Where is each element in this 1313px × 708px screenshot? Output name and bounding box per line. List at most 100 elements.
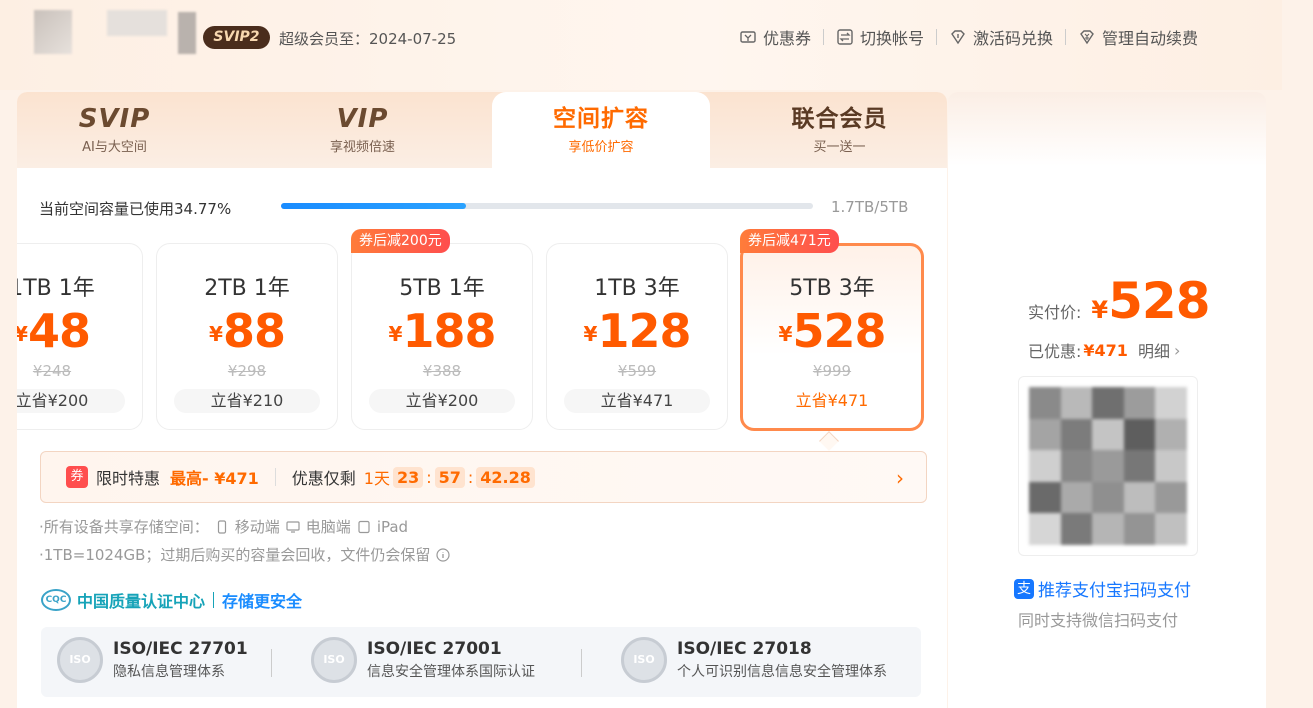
iso-27018: ISO ISO/IEC 27018 个人可识别信息信息安全管理体系 xyxy=(621,637,887,683)
qr-cell xyxy=(1029,481,1061,514)
tab-bar: SVIP AI与大空间 VIP 享视频倍速 空间扩容 享低价扩容 联合会员 买一… xyxy=(17,92,947,168)
capacity-note: ·1TB=1024GB；过期后购买的容量会回收，文件仍会保留 xyxy=(39,544,451,565)
actual-price-amount: 528 xyxy=(1108,272,1210,330)
plan-price: ¥128 xyxy=(583,304,692,358)
gem-icon xyxy=(951,30,965,45)
cqc-slogan: 存储更安全 xyxy=(222,592,303,611)
tab-svip-title: SVIP xyxy=(78,104,151,134)
actual-price: 实付价: ¥ 528 xyxy=(1028,272,1210,330)
offer-title: 限时特惠 xyxy=(96,469,161,488)
tab-storage-title: 空间扩容 xyxy=(553,106,649,132)
iso-seal-icon: ISO xyxy=(57,637,103,683)
purchase-panel: SVIP AI与大空间 VIP 享视频倍速 空间扩容 享低价扩容 联合会员 买一… xyxy=(17,92,947,708)
actual-price-label: 实付价: xyxy=(1028,303,1082,322)
storage-usage-fill xyxy=(281,203,466,209)
iso-seal-icon: ISO xyxy=(311,637,357,683)
auto-renew-label: 管理自动续费 xyxy=(1101,29,1198,48)
plan-savings: 立省¥210 xyxy=(174,389,320,413)
cqc-logo-icon: CQC xyxy=(41,589,71,611)
mobile-icon xyxy=(217,519,226,534)
qr-cell xyxy=(1155,387,1187,419)
discount-label: 已优惠: xyxy=(1028,342,1082,361)
chevron-right-icon[interactable]: › xyxy=(1174,341,1180,360)
limited-offer-banner[interactable]: 券 限时特惠 最高- ¥471 优惠仅剩 1天 23: 57: 42.28 › xyxy=(40,451,927,503)
qr-cell xyxy=(1029,387,1061,419)
plan-savings: 立省¥200 xyxy=(369,389,515,413)
plan-name: 5TB 1年 xyxy=(399,276,485,301)
plan-savings: 立省¥471 xyxy=(564,389,710,413)
info-icon[interactable] xyxy=(436,547,451,562)
iso-title: ISO/IEC 27001 xyxy=(367,639,502,659)
switch-account-label: 切换帐号 xyxy=(859,29,924,48)
tab-joint-title: 联合会员 xyxy=(791,106,888,132)
tab-svip-subtitle: AI与大空间 xyxy=(82,140,147,155)
tab-vip-subtitle: 享视频倍速 xyxy=(329,140,395,155)
capacity-note-text: ·1TB=1024GB；过期后购买的容量会回收，文件仍会保留 xyxy=(39,546,431,564)
coupon-ribbon: 券后减471元 xyxy=(740,229,839,253)
qr-cell xyxy=(1060,481,1093,514)
qr-cell xyxy=(1092,513,1124,545)
plan-original-price: ¥388 xyxy=(422,362,462,380)
countdown-seconds: 42.28 xyxy=(476,466,535,488)
tab-joint-subtitle: 买一送一 xyxy=(813,140,866,155)
username-blurred xyxy=(107,10,167,36)
payment-panel: 实付价: ¥ 528 已优惠: ¥471 明细 › 支 推荐支付宝扫码支付 同时… xyxy=(948,92,1266,708)
plan-name: 1TB 1年 xyxy=(17,276,95,301)
storage-usage-label: 当前空间容量已使用34.77% xyxy=(39,200,232,218)
coupon-tag-icon: 券 xyxy=(66,466,88,488)
qr-cell xyxy=(1123,418,1156,451)
offer-max-discount: 最高- ¥471 xyxy=(170,469,259,488)
plan-card-2tb-1y[interactable]: 2TB 1年 ¥88 ¥298 立省¥210 xyxy=(156,243,338,430)
qr-cell xyxy=(1123,387,1156,419)
plan-card-5tb-3y-selected[interactable]: 5TB 3年 ¥528 ¥999 立省¥471 xyxy=(740,243,924,431)
qr-blurred-grid xyxy=(1029,387,1187,545)
activation-code-link[interactable]: 激活码兑换 xyxy=(949,25,1053,49)
coupon-icon xyxy=(740,31,756,43)
svip-level-badge: SVIP2 xyxy=(203,26,270,49)
tab-svip[interactable]: SVIP AI与大空间 xyxy=(17,92,212,168)
qr-cell xyxy=(1029,450,1061,482)
plan-name: 5TB 3年 xyxy=(789,276,875,301)
qr-cell xyxy=(1123,513,1156,545)
plan-card-1tb-3y[interactable]: 1TB 3年 ¥128 ¥599 立省¥471 xyxy=(546,243,728,430)
device-desktop: 电脑端 xyxy=(305,518,351,536)
switch-account-link[interactable]: 切换帐号 xyxy=(836,25,924,49)
coupon-link[interactable]: 优惠券 xyxy=(739,25,811,49)
plan-price: ¥48 xyxy=(17,304,91,358)
plan-card-5tb-1y[interactable]: 5TB 1年 ¥188 ¥388 立省¥200 xyxy=(351,243,533,430)
avatar[interactable] xyxy=(34,10,72,54)
iso-desc: 信息安全管理体系国际认证 xyxy=(367,664,535,680)
cqc-name: 中国质量认证中心 xyxy=(77,592,206,611)
qr-cell xyxy=(1123,450,1156,482)
device-mobile: 移动端 xyxy=(234,518,280,536)
countdown-hours: 23 xyxy=(392,466,424,488)
tab-joint-membership[interactable]: 联合会员 买一送一 xyxy=(742,92,937,168)
coupon-ribbon: 券后减200元 xyxy=(351,229,450,253)
yen-diamond-icon xyxy=(1080,30,1094,45)
price-detail-link[interactable]: 明细 xyxy=(1138,338,1170,362)
top-links: 优惠券 切换帐号 激活码兑换 管理自动续费 xyxy=(739,25,1198,49)
plan-original-price: ¥248 xyxy=(32,362,72,380)
iso-27001: ISO ISO/IEC 27001 信息安全管理体系国际认证 xyxy=(311,637,535,683)
plan-card-1tb-1y[interactable]: 1TB 1年 ¥48 ¥248 立省¥200 xyxy=(17,243,143,430)
auto-renew-link[interactable]: 管理自动续费 xyxy=(1078,25,1198,49)
iso-desc: 个人可识别信息信息安全管理体系 xyxy=(677,664,887,680)
qr-cell xyxy=(1060,387,1093,419)
tab-vip[interactable]: VIP 享视频倍速 xyxy=(265,92,460,168)
plan-original-price: ¥599 xyxy=(617,362,657,380)
tab-storage-expansion[interactable]: 空间扩容 享低价扩容 xyxy=(492,92,710,168)
qr-cell xyxy=(1029,513,1061,545)
discount-summary: 已优惠: ¥471 明细 › xyxy=(1028,338,1180,362)
chevron-right-icon: › xyxy=(896,466,904,490)
qr-cell xyxy=(1029,418,1061,451)
plan-price: ¥188 xyxy=(388,304,497,358)
qr-cell xyxy=(1092,450,1124,482)
qr-cell xyxy=(1155,418,1187,451)
cqc-certification: CQC 中国质量认证中心 存储更安全 xyxy=(41,588,302,612)
qr-cell xyxy=(1060,418,1093,451)
top-bar: SVIP2 超级会员至：2024-07-25 优惠券 切换帐号 激活码兑换 管理… xyxy=(0,0,1282,90)
tab-storage-subtitle: 享低价扩容 xyxy=(568,140,634,155)
wechat-pay-hint: 同时支持微信扫码支付 xyxy=(1018,611,1179,630)
membership-expire-text: 超级会员至：2024-07-25 xyxy=(279,30,457,48)
qr-cell xyxy=(1092,387,1124,419)
